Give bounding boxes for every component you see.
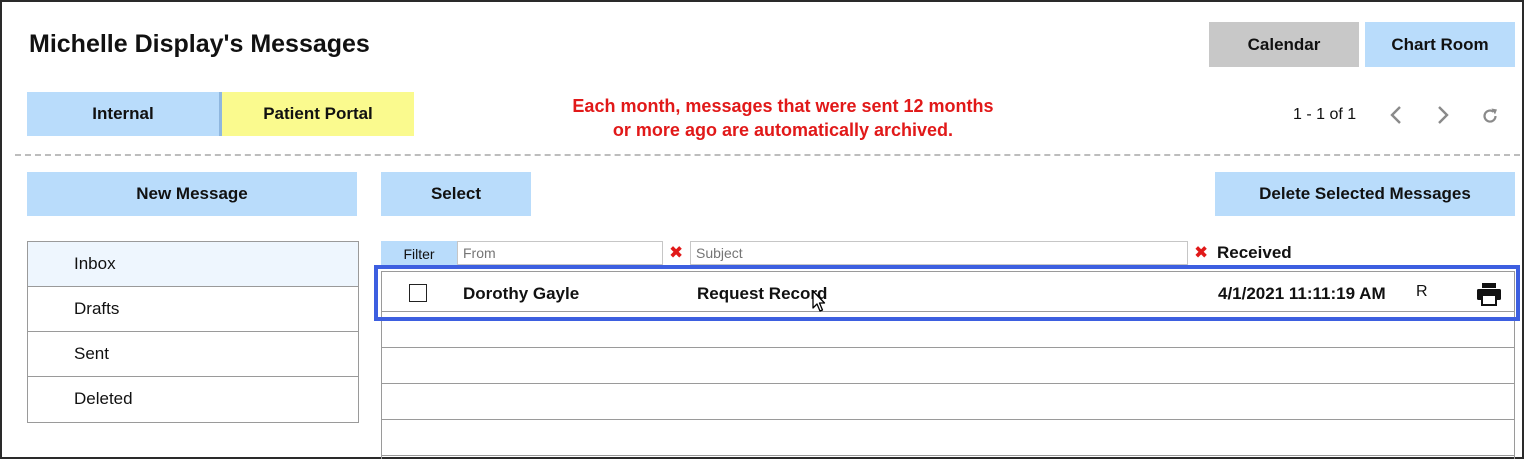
message-from: Dorothy Gayle <box>463 284 580 303</box>
message-subject[interactable]: Request Record <box>697 284 827 304</box>
folder-list: Inbox Drafts Sent Deleted <box>27 241 359 423</box>
table-row-empty <box>382 348 1514 384</box>
row-checkbox[interactable] <box>409 284 427 302</box>
folder-drafts[interactable]: Drafts <box>28 287 358 332</box>
clear-subject-icon[interactable]: ✖ <box>1194 243 1208 263</box>
archive-notice-line2: or more ago are automatically archived. <box>612 120 954 140</box>
calendar-button[interactable]: Calendar <box>1209 22 1359 67</box>
folder-inbox[interactable]: Inbox <box>28 242 358 287</box>
chart-room-button[interactable]: Chart Room <box>1365 22 1515 67</box>
chevron-left-icon[interactable] <box>1386 104 1406 126</box>
message-received: 4/1/2021 11:11:19 AM <box>1218 284 1386 303</box>
tab-patient-portal[interactable]: Patient Portal <box>222 92 414 136</box>
read-flag: R <box>1416 283 1428 300</box>
section-divider <box>15 154 1520 156</box>
chevron-right-icon[interactable] <box>1433 104 1453 126</box>
refresh-icon[interactable] <box>1479 105 1501 127</box>
printer-icon[interactable] <box>1476 282 1502 311</box>
pagination-text: 1 - 1 of 1 <box>1293 106 1357 123</box>
table-row-empty <box>382 420 1514 456</box>
table-row-empty <box>382 384 1514 420</box>
select-button[interactable]: Select <box>381 172 531 216</box>
archive-notice: Each month, messages that were sent 12 m… <box>500 94 1066 142</box>
filter-button[interactable]: Filter <box>381 241 457 268</box>
received-column-header[interactable]: Received <box>1217 243 1292 263</box>
folder-deleted[interactable]: Deleted <box>28 377 358 422</box>
archive-notice-line1: Each month, messages that were sent 12 m… <box>572 96 994 116</box>
clear-from-icon[interactable]: ✖ <box>669 243 683 263</box>
new-message-button[interactable]: New Message <box>27 172 357 216</box>
table-row-empty <box>382 312 1514 348</box>
from-filter-input[interactable] <box>457 241 663 265</box>
mouse-cursor-icon <box>812 290 826 319</box>
table-row[interactable]: Dorothy Gayle Request Record 4/1/2021 11… <box>382 272 1514 312</box>
subject-filter-input[interactable] <box>690 241 1188 265</box>
delete-selected-button[interactable]: Delete Selected Messages <box>1215 172 1515 216</box>
tab-internal[interactable]: Internal <box>27 92 219 136</box>
message-table: Dorothy Gayle Request Record 4/1/2021 11… <box>381 271 1515 459</box>
page-title: Michelle Display's Messages <box>29 30 370 58</box>
folder-sent[interactable]: Sent <box>28 332 358 377</box>
